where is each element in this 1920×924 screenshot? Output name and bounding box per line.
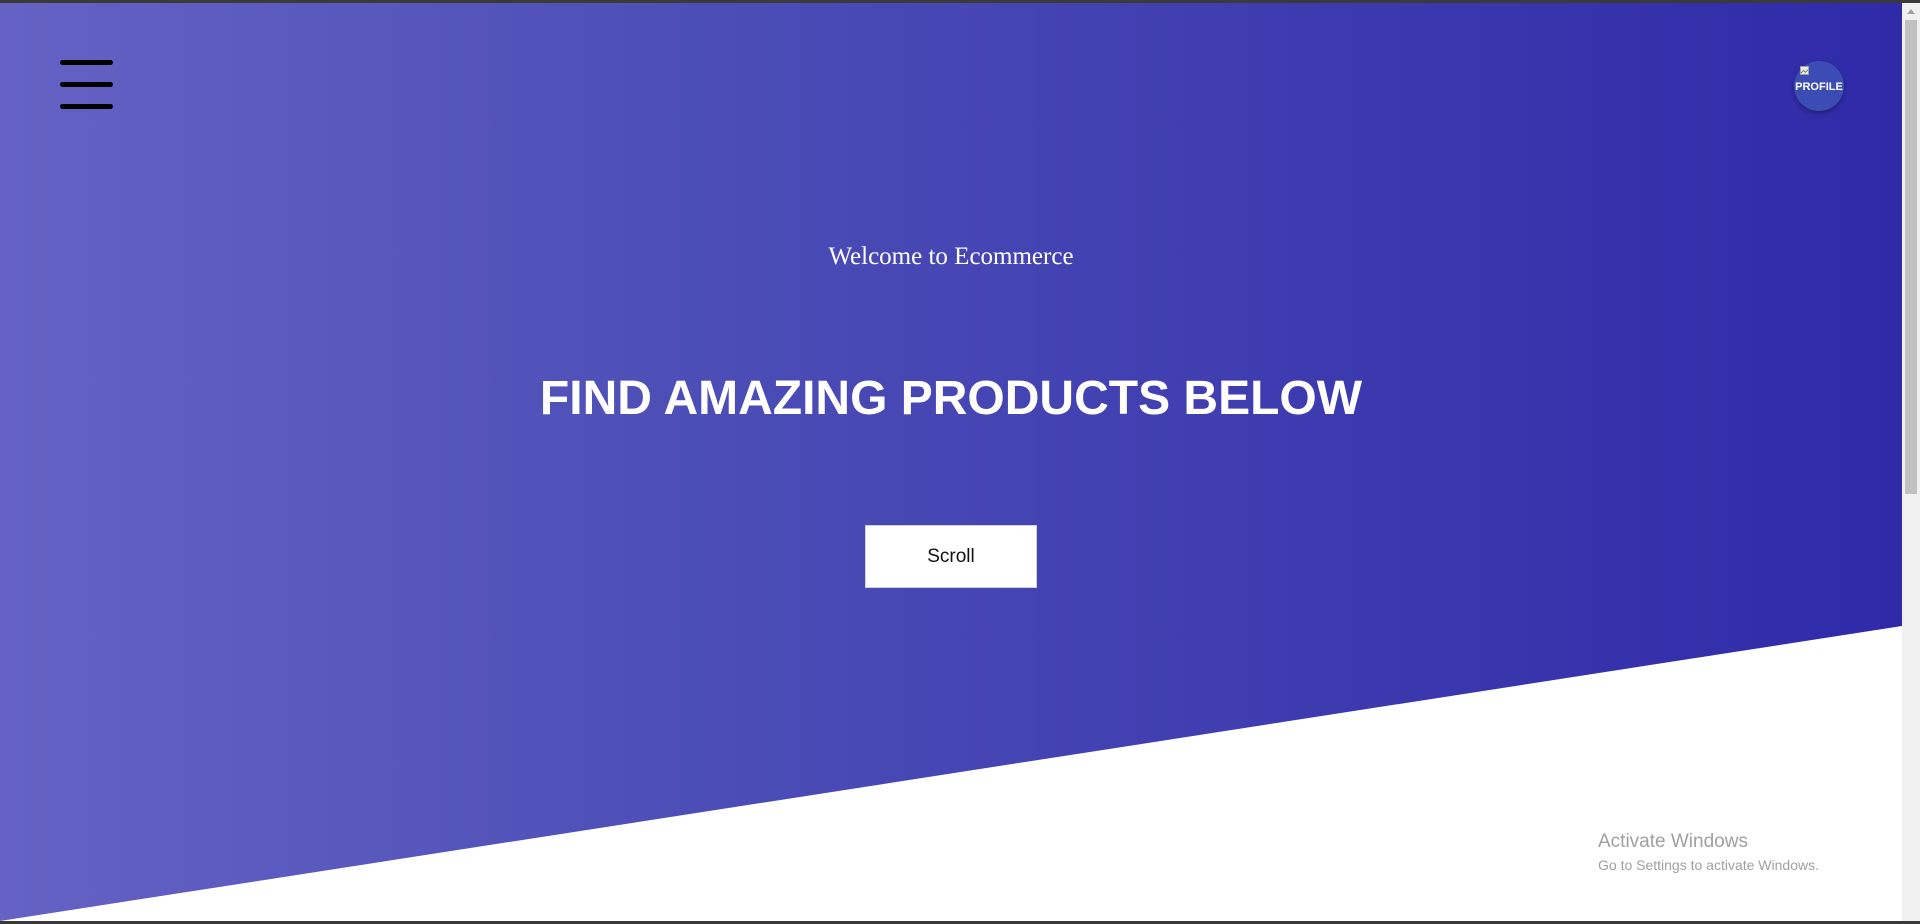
scrollbar-thumb[interactable] [1905, 20, 1917, 494]
scroll-button[interactable]: Scroll [865, 525, 1037, 588]
hero-banner [0, 3, 1902, 921]
hero-headline: FIND AMAZING PRODUCTS BELOW [539, 372, 1363, 425]
activate-windows-title: Activate Windows [1598, 831, 1748, 852]
broken-image-icon [1800, 66, 1809, 75]
profile-button[interactable]: PROFILE [1794, 61, 1844, 111]
vertical-scrollbar[interactable] [1902, 3, 1920, 921]
activate-windows-subtitle: Go to Settings to activate Windows. [1598, 857, 1819, 873]
page: PROFILE Welcome to Ecommerce FIND AMAZIN… [0, 3, 1902, 921]
scroll-up-arrow-icon[interactable] [1902, 3, 1920, 20]
hamburger-line [60, 60, 113, 65]
hamburger-menu-icon[interactable] [60, 60, 113, 112]
hamburger-line [60, 82, 113, 87]
welcome-text: Welcome to Ecommerce [828, 243, 1074, 270]
activate-windows-watermark: Activate Windows Go to Settings to activ… [1598, 830, 1819, 875]
profile-label: PROFILE [1795, 80, 1843, 93]
hamburger-line [60, 104, 113, 109]
